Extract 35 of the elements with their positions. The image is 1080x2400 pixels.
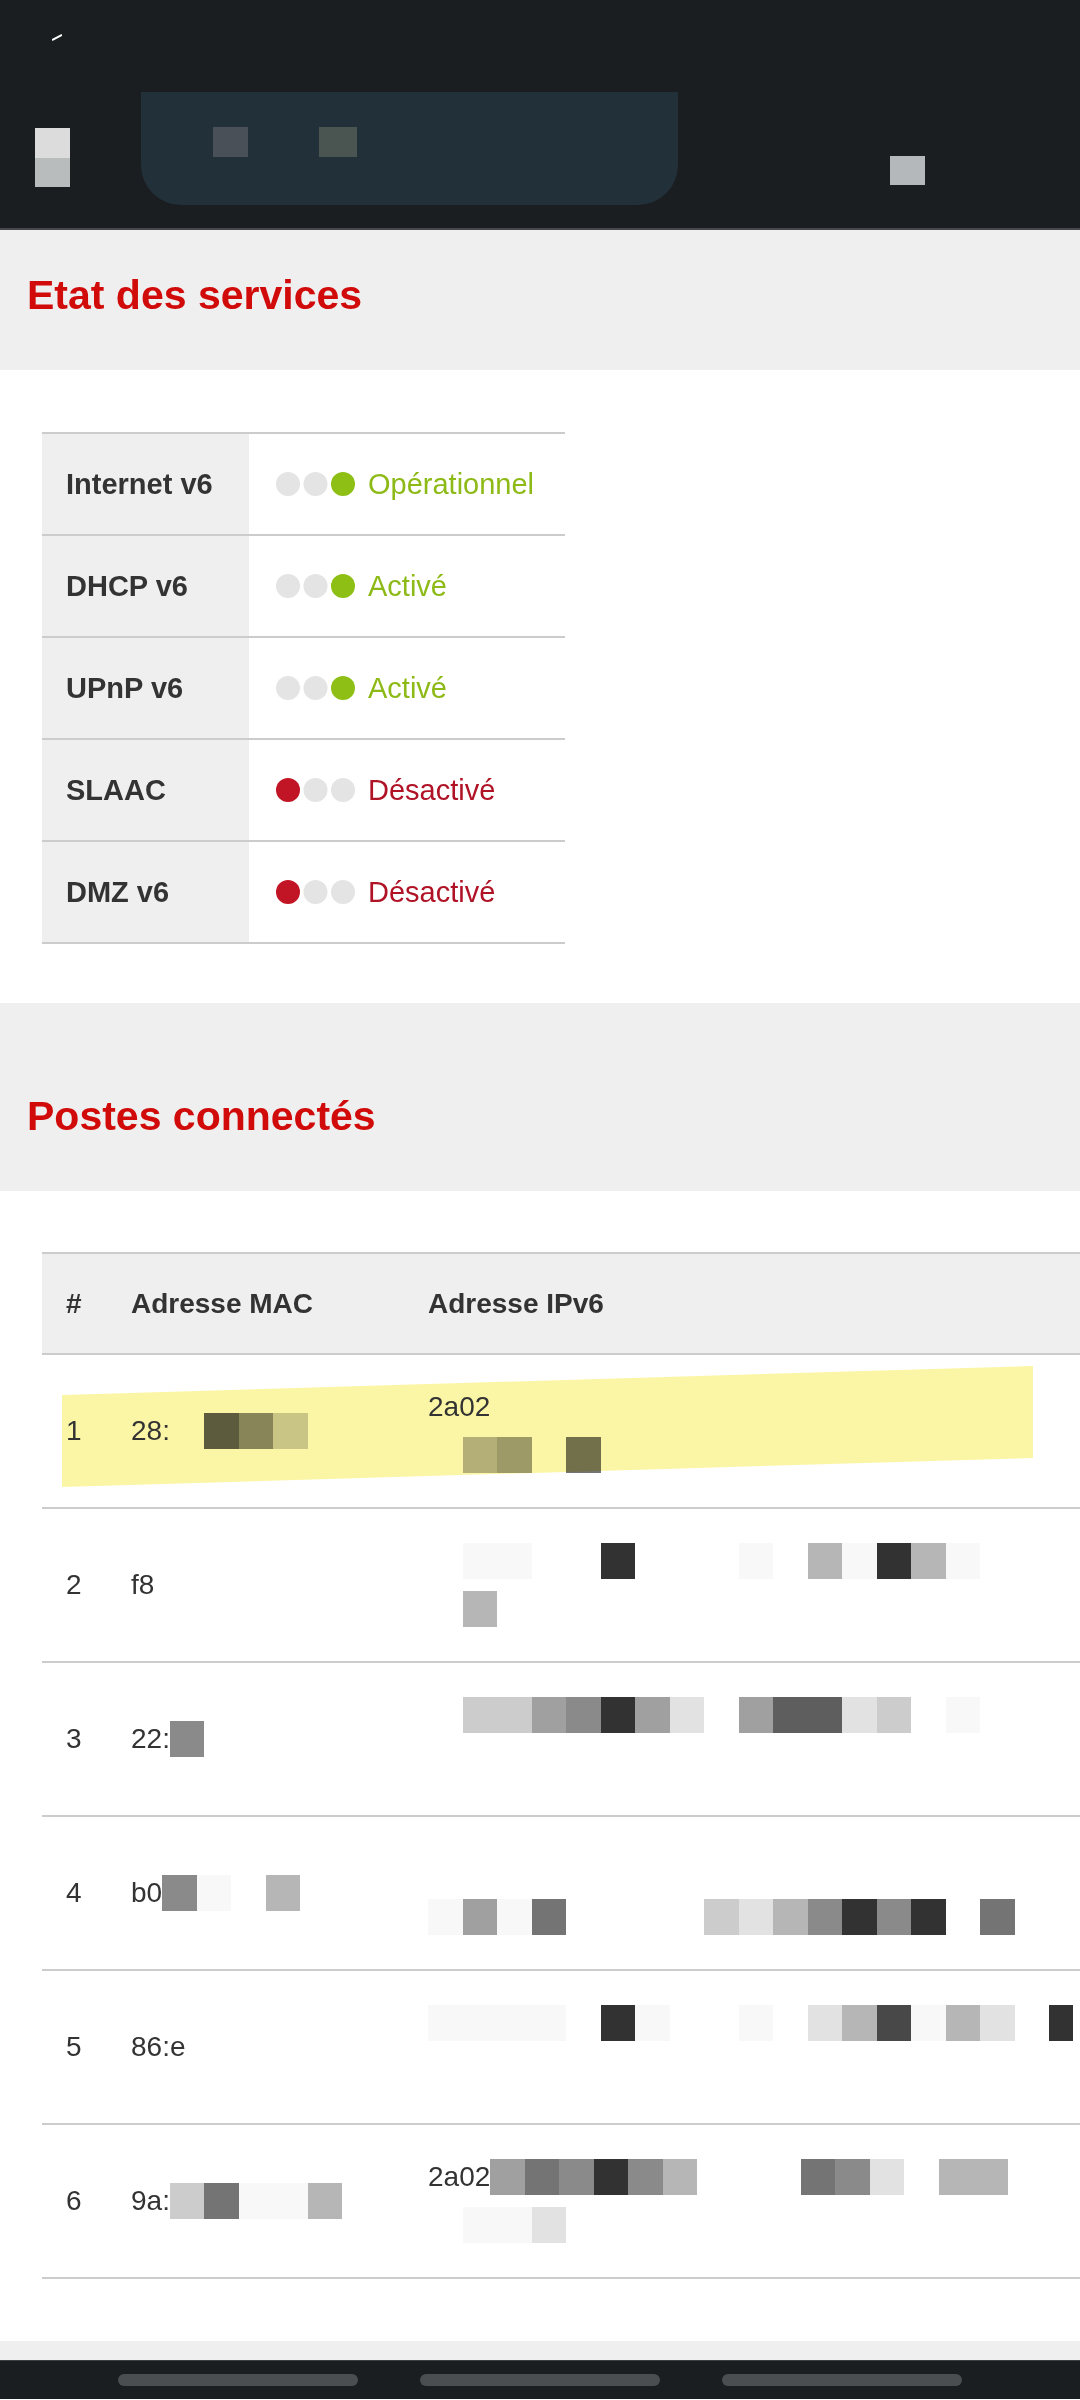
mac-address: 9a: <box>131 2184 170 2218</box>
ipv6-address: 2a02 <box>428 1390 491 1424</box>
service-label-cell: DHCP v6 <box>42 536 249 636</box>
pixelated-redaction-drawing <box>462 1591 497 1627</box>
column-header: Adresse MAC <box>131 1287 314 1320</box>
service-label-cell: UPnP v6 <box>42 638 249 738</box>
service-label-cell: Internet v6 <box>42 434 249 534</box>
row-number: 6 <box>66 2184 82 2218</box>
address-bar[interactable] <box>141 92 678 205</box>
column-header: # <box>66 1287 82 1320</box>
column-header: Adresse IPv6 <box>428 1287 604 1320</box>
row-number: 2 <box>66 1568 82 1602</box>
row-number: 1 <box>66 1414 82 1448</box>
service-status: Désactivé <box>368 773 496 807</box>
service-status: Activé <box>368 569 447 603</box>
status-glyph-icon <box>52 34 62 41</box>
ipv6-address: 2a02 <box>428 2160 491 2194</box>
pixelated-icon <box>35 128 70 187</box>
section-title: Postes connectés <box>27 1092 376 1141</box>
row-number: 4 <box>66 1876 82 1910</box>
service-status: Activé <box>368 671 447 705</box>
mac-address: 22: <box>131 1722 170 1756</box>
mac-address: f8 <box>131 1568 155 1602</box>
mac-address: 86:e <box>131 2030 186 2064</box>
service-label-cell: DMZ v6 <box>42 842 249 942</box>
service-status: Désactivé <box>368 875 496 909</box>
mac-address: 28: <box>131 1414 170 1448</box>
service-status: Opérationnel <box>368 467 535 501</box>
row-number: 5 <box>66 2030 82 2064</box>
pixelated-icon <box>890 156 925 185</box>
row-number: 3 <box>66 1722 82 1756</box>
service-label-cell: SLAAC <box>42 740 249 840</box>
pixelated-redaction-drawing <box>169 1721 205 1757</box>
mac-address: b0 <box>131 1876 163 1910</box>
section-title: Etat des services <box>27 271 363 320</box>
